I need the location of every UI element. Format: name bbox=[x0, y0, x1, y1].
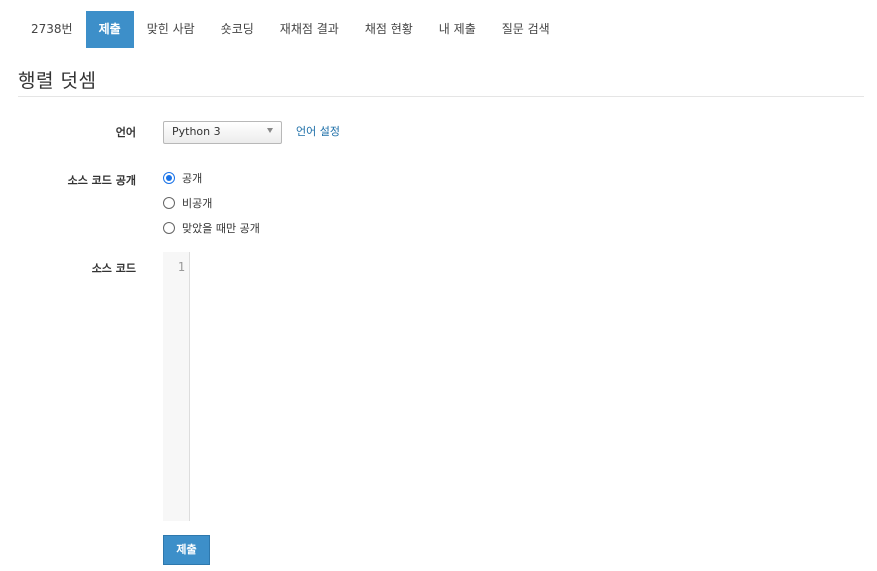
visibility-option-accepted-only[interactable]: 맞았을 때만 공개 bbox=[163, 221, 260, 235]
radio-checked-icon[interactable] bbox=[163, 172, 175, 184]
code-input-area[interactable] bbox=[191, 252, 864, 522]
title-divider bbox=[18, 96, 864, 97]
submit-button[interactable]: 제출 bbox=[163, 535, 210, 565]
line-number: 1 bbox=[177, 260, 185, 274]
visibility-label: 소스 코드 공개 bbox=[67, 174, 136, 187]
tab-short-coding[interactable]: 숏코딩 bbox=[208, 11, 267, 48]
visibility-option-label: 비공개 bbox=[182, 197, 213, 210]
language-label: 언어 bbox=[115, 126, 136, 139]
code-editor: 1 bbox=[163, 252, 864, 522]
radio-unchecked-icon[interactable] bbox=[163, 222, 175, 234]
language-select[interactable]: Python 3 bbox=[163, 121, 282, 144]
visibility-option-label: 공개 bbox=[182, 172, 203, 185]
tab-question-search[interactable]: 질문 검색 bbox=[489, 11, 563, 48]
tab-judge-status[interactable]: 채점 현황 bbox=[352, 11, 426, 48]
chevron-down-icon bbox=[267, 128, 273, 133]
tab-submit[interactable]: 제출 bbox=[85, 11, 134, 48]
tab-rejudge-results[interactable]: 재채점 결과 bbox=[267, 11, 352, 48]
tab-accepted-users[interactable]: 맞힌 사람 bbox=[134, 11, 208, 48]
radio-unchecked-icon[interactable] bbox=[163, 197, 175, 209]
source-code-label: 소스 코드 bbox=[91, 262, 136, 275]
line-number-gutter: 1 bbox=[163, 252, 190, 521]
visibility-option-public[interactable]: 공개 bbox=[163, 171, 202, 185]
visibility-option-private[interactable]: 비공개 bbox=[163, 196, 212, 210]
language-select-value: Python 3 bbox=[172, 125, 221, 138]
tab-problem-number[interactable]: 2738번 bbox=[18, 11, 86, 48]
language-settings-link[interactable]: 언어 설정 bbox=[296, 123, 340, 139]
problem-tab-bar: 2738번 제출 맞힌 사람 숏코딩 재채점 결과 채점 현황 내 제출 질문 … bbox=[18, 11, 563, 48]
tab-my-submissions[interactable]: 내 제출 bbox=[426, 11, 489, 48]
page-title: 행렬 덧셈 bbox=[18, 70, 97, 92]
visibility-option-label: 맞았을 때만 공개 bbox=[182, 222, 260, 235]
